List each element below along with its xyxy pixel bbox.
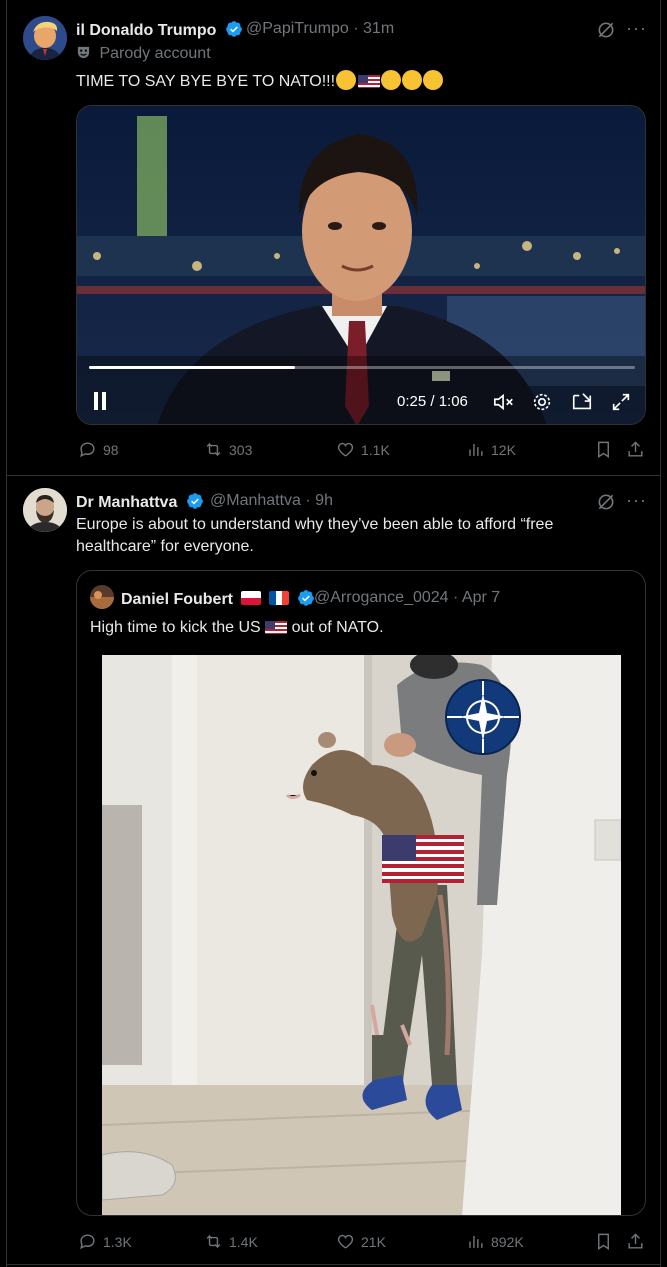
tweet-manhattva[interactable]: Dr Manhattva @Manhattva · 9h ··· Europe …	[6, 476, 661, 1267]
kiss-emoji-icon	[423, 70, 444, 90]
video-frame	[77, 106, 645, 424]
reply-count: 98	[103, 441, 119, 458]
quoted-media-image[interactable]	[102, 655, 621, 1215]
kiss-emoji-icon	[381, 70, 402, 90]
theater-mask-icon	[77, 46, 90, 59]
like-count: 21K	[361, 1233, 386, 1250]
verified-badge-icon	[298, 590, 315, 606]
parody-label-text: Parody account	[99, 45, 211, 62]
quoted-name-text[interactable]: Daniel Foubert	[121, 591, 233, 608]
views-chart-icon	[469, 1235, 483, 1248]
tweet-text: Europe is about to understand why they’v…	[76, 514, 646, 558]
tweet-divider	[6, 1264, 661, 1265]
kiss-emoji-icon	[402, 70, 423, 90]
bookmark-icon[interactable]	[594, 1232, 613, 1256]
quoted-timestamp[interactable]: · Apr 7	[453, 589, 500, 606]
like-button[interactable]: 1.1K	[336, 440, 390, 459]
reply-button[interactable]: 1.3K	[78, 1232, 132, 1251]
timestamp[interactable]: · 9h	[305, 492, 333, 509]
views-button[interactable]: 892K	[466, 1232, 524, 1251]
tweet-text: TIME TO SAY BYE BYE TO NATO!!!	[76, 70, 444, 93]
france-flag-icon	[268, 591, 289, 605]
tweet-text-line: Europe is about to understand why they’v…	[76, 516, 554, 533]
reply-icon	[80, 1234, 95, 1250]
more-options-icon[interactable]: ···	[626, 490, 647, 511]
display-name[interactable]: il Donaldo Trumpo	[76, 20, 243, 40]
handle[interactable]: @Manhattva	[210, 492, 301, 509]
parody-label: Parody account	[76, 45, 211, 63]
like-button[interactable]: 21K	[336, 1232, 386, 1251]
repost-count: 1.4K	[229, 1233, 258, 1250]
tweet-text-line: healthcare” for everyone.	[76, 538, 254, 555]
views-chart-icon	[469, 443, 483, 456]
settings-gear-icon[interactable]	[531, 391, 553, 418]
heart-icon	[337, 1234, 354, 1249]
display-name-text[interactable]: il Donaldo Trumpo	[76, 22, 216, 39]
repost-icon	[206, 442, 221, 457]
sunglasses-emoji-icon	[336, 70, 357, 90]
repost-icon	[206, 1234, 221, 1249]
timestamp[interactable]: · 31m	[353, 20, 394, 37]
video-timestamp: 0:25 / 1:06	[397, 393, 468, 410]
quoted-avatar[interactable]	[90, 585, 114, 609]
poland-flag-icon	[241, 591, 262, 605]
handle[interactable]: @PapiTrumpo	[246, 20, 349, 37]
share-icon[interactable]	[626, 1232, 645, 1256]
share-icon[interactable]	[626, 440, 645, 464]
quoted-text-part: High time to kick the US	[90, 619, 261, 636]
video-player[interactable]: 0:25 / 1:06	[76, 105, 646, 425]
display-name[interactable]: Dr Manhattva	[76, 492, 204, 512]
view-count: 892K	[491, 1233, 524, 1250]
rat-meme-image	[102, 655, 621, 1215]
picture-in-picture-icon[interactable]	[571, 391, 593, 418]
us-flag-icon	[358, 74, 381, 88]
avatar[interactable]	[23, 16, 67, 60]
video-progress-fill	[89, 366, 296, 369]
quoted-tweet[interactable]: Daniel Foubert @Arrogance_0024 · Apr 7 H…	[76, 570, 646, 1216]
video-progress-track[interactable]	[89, 366, 635, 369]
quoted-handle-time[interactable]: @Arrogance_0024 · Apr 7	[314, 589, 500, 607]
handle-time[interactable]: @PapiTrumpo · 31m	[246, 20, 394, 38]
us-flag-icon	[265, 620, 288, 634]
more-options-icon[interactable]: ···	[626, 18, 647, 39]
verified-badge-icon	[186, 493, 203, 509]
repost-button[interactable]: 1.4K	[204, 1232, 258, 1251]
quoted-handle[interactable]: @Arrogance_0024	[314, 589, 449, 606]
heart-icon	[337, 442, 354, 457]
quoted-text: High time to kick the US out of NATO.	[90, 617, 384, 639]
repost-count: 303	[229, 441, 253, 458]
reply-button[interactable]: 98	[78, 440, 119, 459]
like-count: 1.1K	[361, 441, 390, 458]
display-name-text[interactable]: Dr Manhattva	[76, 494, 177, 511]
views-button[interactable]: 12K	[466, 440, 516, 459]
reply-count: 1.3K	[103, 1233, 132, 1250]
avatar[interactable]	[23, 488, 67, 532]
quoted-display-name[interactable]: Daniel Foubert	[121, 589, 315, 609]
repost-button[interactable]: 303	[204, 440, 252, 459]
handle-time[interactable]: @Manhattva · 9h	[210, 492, 333, 510]
reply-icon	[80, 442, 95, 458]
view-count: 12K	[491, 441, 516, 458]
mute-icon[interactable]	[493, 392, 515, 417]
fullscreen-icon[interactable]	[610, 391, 632, 418]
tweet-text-content: TIME TO SAY BYE BYE TO NATO!!!	[76, 73, 336, 90]
bookmark-icon[interactable]	[594, 440, 613, 464]
verified-badge-icon	[226, 21, 242, 37]
quoted-text-part: out of NATO.	[291, 619, 384, 636]
tweet-papitrumpo[interactable]: il Donaldo Trumpo @PapiTrumpo · 31m Paro…	[6, 0, 661, 475]
grok-icon[interactable]	[596, 20, 616, 45]
pause-icon[interactable]	[93, 392, 109, 415]
